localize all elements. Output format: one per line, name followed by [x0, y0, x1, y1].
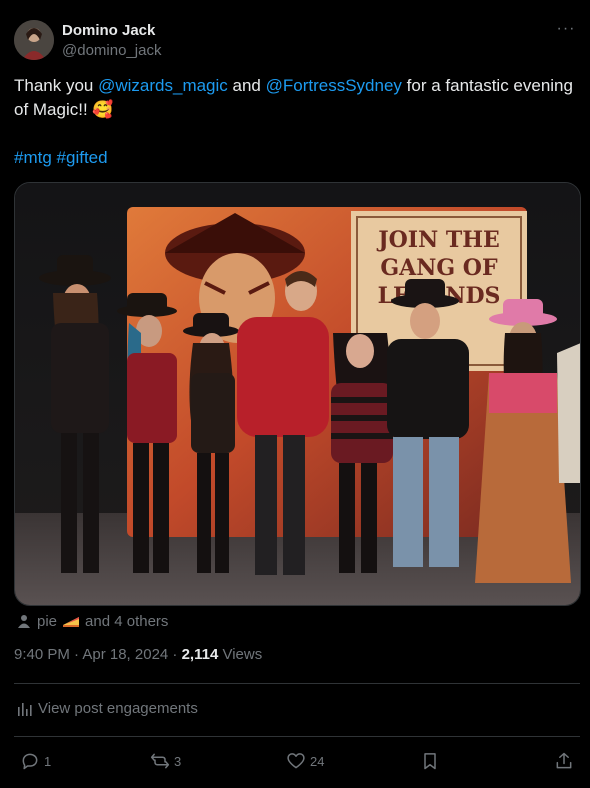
divider-bottom — [14, 736, 580, 737]
sign-line-1: JOIN THE — [376, 227, 500, 253]
reply-count: 1 — [44, 753, 52, 769]
reply-button[interactable]: 1 — [20, 748, 51, 774]
bookmark-icon — [424, 753, 436, 770]
share-button[interactable] — [554, 748, 574, 774]
post-header: Domino Jack @domino_jack ··· — [14, 18, 576, 62]
person-icon — [18, 615, 30, 628]
post-text: Thank you @wizards_magic and @FortressSy… — [14, 74, 580, 122]
reply-icon — [22, 753, 38, 770]
engagements-label: View post engagements — [38, 700, 198, 717]
repost-button[interactable]: 3 — [150, 748, 181, 774]
handle[interactable]: @domino_jack — [62, 42, 161, 59]
group-photo-image: JOIN THE GANG OF LEGENDS — [15, 183, 580, 605]
post-text-prefix: Thank you — [14, 76, 99, 95]
display-name[interactable]: Domino Jack — [62, 22, 155, 39]
like-button[interactable]: 24 — [286, 748, 324, 774]
pie-icon — [63, 617, 80, 627]
likes-others[interactable]: and 4 others — [85, 613, 168, 630]
repost-icon — [150, 753, 170, 769]
views-count: 2,114 — [181, 646, 219, 663]
mention-fortress-sydney[interactable]: @FortressSydney — [266, 76, 402, 95]
share-icon — [556, 752, 572, 769]
heart-icon — [287, 753, 305, 769]
bookmark-button[interactable] — [420, 748, 440, 774]
likes-row[interactable]: pie and 4 others — [16, 610, 168, 632]
hashtag-gifted[interactable]: #gifted — [57, 148, 108, 167]
more-icon[interactable]: ··· — [556, 21, 576, 42]
post-meta: 9:40 PM · Apr 18, 2024 · 2,114 Views — [14, 646, 262, 663]
analytics-icon — [18, 702, 32, 716]
post-text-and: and — [227, 76, 266, 95]
hashtag-mtg[interactable]: #mtg — [14, 148, 52, 167]
view-engagements-button[interactable]: View post engagements — [16, 700, 198, 717]
avatar-image — [14, 20, 54, 60]
liker-name[interactable]: pie — [37, 613, 57, 630]
divider-top — [14, 683, 580, 684]
post-photo[interactable]: JOIN THE GANG OF LEGENDS — [14, 182, 581, 606]
repost-count: 3 — [174, 753, 182, 769]
hashtags: #mtg #gifted — [14, 146, 108, 170]
like-count: 24 — [310, 753, 325, 769]
sign-line-2: GANG OF — [380, 255, 498, 281]
views-label: Views — [218, 646, 263, 663]
avatar[interactable] — [14, 20, 54, 60]
timestamp[interactable]: 9:40 PM · Apr 18, 2024 · — [14, 646, 182, 663]
action-bar: 1 3 24 — [14, 748, 580, 774]
mention-wizards-magic[interactable]: @wizards_magic — [98, 76, 228, 95]
